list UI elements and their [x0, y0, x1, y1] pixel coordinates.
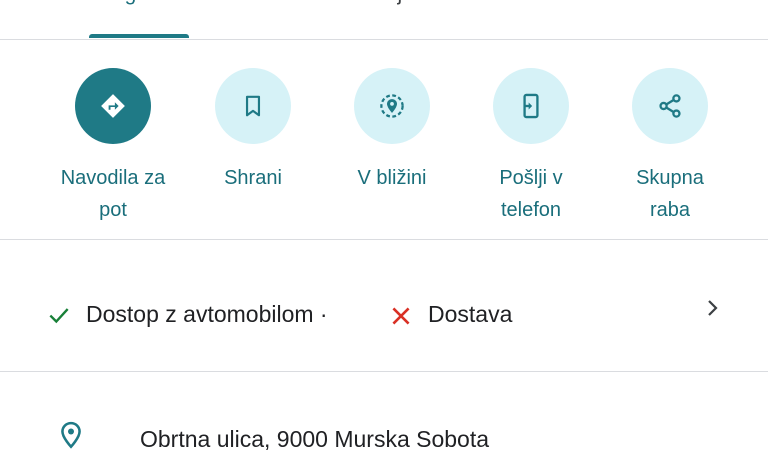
chevron-right-icon — [708, 300, 718, 316]
location-pin-icon — [61, 421, 81, 449]
directions-label-2: pot — [99, 199, 127, 221]
share-label-2: raba — [649, 199, 691, 221]
divider — [0, 39, 768, 40]
nearby-label: V bližini — [357, 167, 427, 189]
cross-icon — [392, 307, 410, 325]
tab-about[interactable]: Vizitka — [602, 0, 663, 12]
divider — [0, 239, 768, 240]
tab-overview[interactable]: Pregled — [92, 0, 164, 12]
send-to-phone-button[interactable]: Pošlji v telefon — [461, 68, 601, 226]
share-label-1: Skupna — [636, 167, 704, 189]
send-to-phone-icon — [523, 93, 539, 119]
directions-label-1: Navodila za — [60, 167, 166, 189]
tab-bar: Pregled Mnenja Vizitka — [0, 0, 768, 40]
save-button[interactable]: Shrani — [183, 68, 323, 194]
save-label: Shrani — [224, 167, 282, 189]
directions-icon — [101, 94, 125, 118]
send-to-phone-label-2: telefon — [500, 199, 562, 221]
tab-reviews[interactable]: Mnenja — [345, 0, 414, 12]
bookmark-icon — [245, 95, 261, 117]
nearby-icon — [380, 94, 404, 118]
delivery-label: Dostava — [428, 301, 513, 327]
check-icon — [49, 308, 69, 324]
directions-button[interactable]: Navodila za pot — [43, 68, 183, 226]
share-icon — [659, 94, 681, 118]
nearby-button[interactable]: V bližini — [322, 68, 462, 194]
drive-through-label: Dostop z avtomobilom · — [86, 301, 328, 327]
send-to-phone-label-1: Pošlji v — [499, 167, 563, 189]
share-button[interactable]: Skupna raba — [600, 68, 740, 226]
active-tab-indicator — [89, 34, 189, 38]
divider — [0, 371, 768, 372]
